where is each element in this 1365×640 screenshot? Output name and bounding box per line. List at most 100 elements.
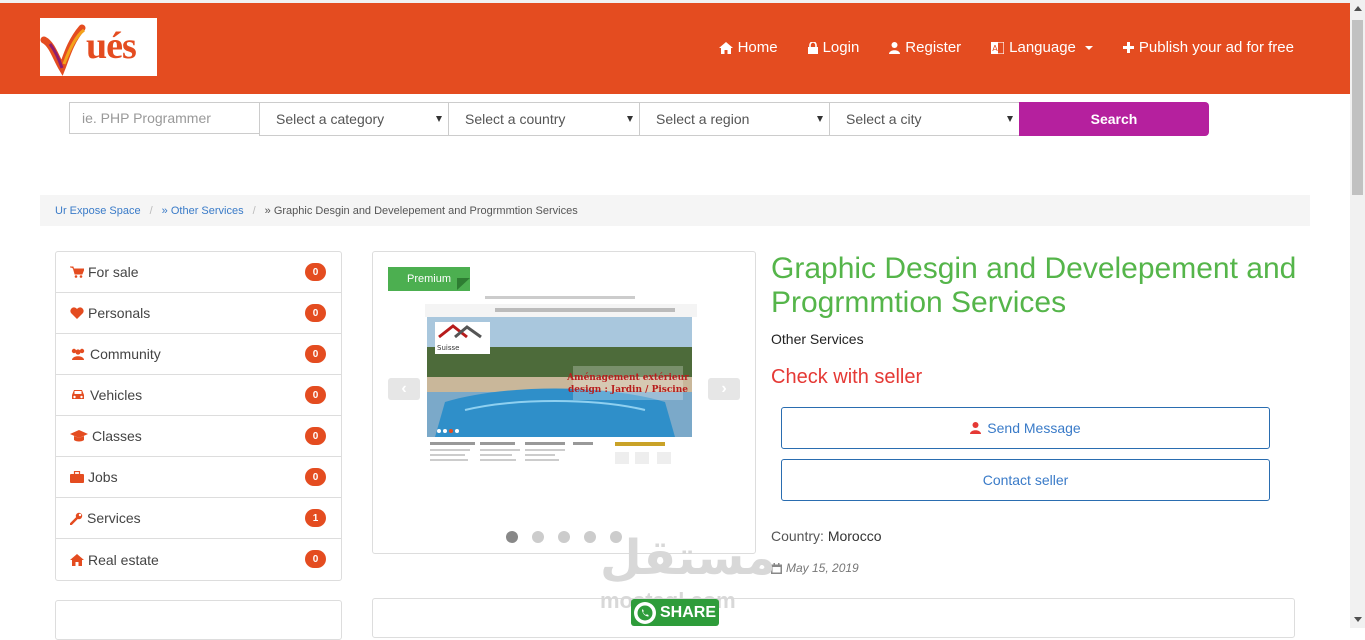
whatsapp-icon: [634, 601, 656, 624]
lock-icon: [807, 41, 818, 54]
country-select[interactable]: Select a country: [448, 102, 639, 136]
chevron-down-icon: [1084, 45, 1093, 50]
sidebar-panel: [55, 600, 342, 640]
category-list: For sale 0 Personals 0 Community 0 Vehic…: [55, 251, 342, 581]
carousel-prev-button[interactable]: ‹: [388, 378, 420, 400]
graduation-cap-icon: [70, 430, 88, 442]
search-bar: ie. PHP Programmer Select a category Sel…: [69, 102, 1209, 136]
category-label: Classes: [92, 428, 142, 444]
cart-icon: [70, 266, 84, 278]
city-select[interactable]: Select a city: [829, 102, 1019, 136]
breadcrumb-parent[interactable]: » Other Services: [162, 205, 244, 217]
send-message-label: Send Message: [987, 420, 1081, 436]
ribbon-fold: [457, 278, 470, 290]
country-label: Country:: [771, 528, 824, 544]
category-label: Services: [87, 510, 141, 526]
dropdown-arrow-icon: [1007, 116, 1013, 122]
category-item-classes[interactable]: Classes 0: [56, 416, 341, 457]
category-label: For sale: [88, 264, 139, 280]
carousel-dot[interactable]: [558, 531, 570, 543]
svg-text:design : Jardin / Piscine: design : Jardin / Piscine: [568, 385, 688, 395]
dropdown-arrow-icon: [627, 116, 633, 122]
site-logo[interactable]: ués: [40, 18, 157, 76]
share-label: SHARE: [660, 603, 717, 621]
description-panel: [372, 598, 1295, 638]
region-select-value: Select a region: [656, 111, 750, 127]
count-badge: 0: [305, 263, 326, 281]
svg-text:Aménagement extérieur: Aménagement extérieur: [566, 372, 689, 383]
count-badge: 0: [305, 550, 326, 568]
language-icon: A: [991, 41, 1005, 54]
date-value: May 15, 2019: [786, 561, 859, 575]
city-select-value: Select a city: [846, 111, 922, 127]
category-item-community[interactable]: Community 0: [56, 334, 341, 375]
carousel-dot[interactable]: [584, 531, 596, 543]
category-label: Vehicles: [90, 387, 143, 403]
nav-login-label: Login: [822, 39, 860, 56]
scroll-down-arrow-icon[interactable]: [1354, 617, 1362, 622]
breadcrumb-separator: /: [252, 204, 256, 217]
listing-date: May 15, 2019: [771, 561, 859, 575]
category-item-vehicles[interactable]: Vehicles 0: [56, 375, 341, 416]
send-message-button[interactable]: Send Message: [781, 407, 1270, 449]
listing-price: Check with seller: [771, 366, 923, 388]
nav-publish-label: Publish your ad for free: [1138, 39, 1294, 56]
category-item-services[interactable]: Services 1: [56, 498, 341, 539]
nav-login[interactable]: Login: [807, 39, 860, 56]
count-badge: 1: [305, 509, 326, 527]
category-select[interactable]: Select a category: [259, 102, 448, 136]
search-button[interactable]: Search: [1019, 102, 1209, 136]
category-select-value: Select a category: [276, 111, 385, 127]
briefcase-icon: [70, 471, 84, 483]
contact-seller-button[interactable]: Contact seller: [781, 459, 1270, 501]
listing-title: Graphic Desgin and Develepement and Prog…: [771, 252, 1297, 319]
breadcrumb-separator: /: [149, 204, 153, 217]
scrollbar-thumb[interactable]: [1352, 20, 1363, 195]
search-input[interactable]: ie. PHP Programmer: [69, 102, 259, 134]
category-item-personals[interactable]: Personals 0: [56, 293, 341, 334]
category-label: Jobs: [88, 469, 118, 485]
heart-icon: [70, 307, 84, 319]
website-preview-image: Suisse Aménagement extérieur design : Ja…: [425, 292, 697, 474]
plus-icon: [1122, 42, 1134, 53]
listing-country: Country: Morocco: [771, 528, 882, 544]
nav-home[interactable]: Home: [718, 39, 778, 56]
count-badge: 0: [305, 427, 326, 445]
category-label: Community: [90, 346, 161, 362]
count-badge: 0: [305, 345, 326, 363]
category-label: Real estate: [88, 551, 159, 568]
breadcrumb: Ur Expose Space / » Other Services / » G…: [40, 195, 1310, 226]
car-icon: [72, 390, 84, 399]
image-gallery: Suisse Aménagement extérieur design : Ja…: [372, 251, 756, 554]
country-value: Morocco: [827, 528, 882, 544]
user-icon: [889, 41, 901, 54]
nav-register-label: Register: [905, 39, 962, 56]
region-select[interactable]: Select a region: [639, 102, 829, 136]
category-item-real-estate[interactable]: Real estate 0: [56, 539, 341, 580]
category-item-for-sale[interactable]: For sale 0: [56, 252, 341, 293]
count-badge: 0: [305, 386, 326, 404]
contact-seller-label: Contact seller: [982, 472, 1069, 488]
dropdown-arrow-icon: [436, 116, 442, 122]
category-label: Personals: [88, 305, 151, 321]
nav-home-label: Home: [737, 39, 778, 56]
carousel-next-button[interactable]: ›: [708, 378, 740, 400]
breadcrumb-root[interactable]: Ur Expose Space: [55, 205, 141, 217]
count-badge: 0: [305, 468, 326, 486]
nav-register[interactable]: Register: [889, 39, 961, 56]
vertical-scrollbar[interactable]: [1350, 0, 1365, 628]
nav-publish[interactable]: Publish your ad for free: [1122, 39, 1294, 56]
scroll-up-arrow-icon[interactable]: [1354, 6, 1362, 11]
carousel-dot[interactable]: [532, 531, 544, 543]
country-select-value: Select a country: [465, 111, 566, 127]
whatsapp-share-button[interactable]: SHARE: [631, 599, 719, 626]
category-item-jobs[interactable]: Jobs 0: [56, 457, 341, 498]
nav-language[interactable]: A Language: [991, 39, 1093, 56]
listing-category: Other Services: [771, 331, 864, 347]
user-icon: [970, 422, 982, 434]
users-icon: [71, 348, 85, 360]
listing-image[interactable]: Suisse Aménagement extérieur design : Ja…: [425, 292, 697, 474]
logo-text: ués: [86, 25, 137, 67]
carousel-dot[interactable]: [506, 531, 518, 543]
nav-language-label: Language: [1009, 39, 1076, 56]
